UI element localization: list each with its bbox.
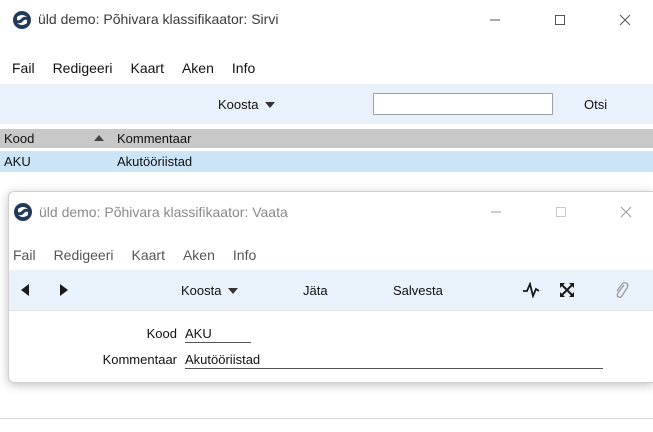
- maximize-icon: [555, 15, 565, 25]
- menu-info[interactable]: Info: [230, 58, 257, 78]
- create-button-label: Koosta: [218, 96, 259, 112]
- paperclip-icon[interactable]: [613, 280, 629, 300]
- bottom-divider: [0, 418, 653, 419]
- table-header: Kood Kommentaar: [0, 129, 653, 148]
- create-button[interactable]: Koosta: [218, 92, 276, 116]
- comment-field[interactable]: Akutööriistad: [185, 352, 603, 369]
- close-icon: [620, 206, 632, 218]
- code-field[interactable]: AKU: [185, 326, 251, 343]
- record-menu-bar: Fail Redigeeri Kaart Aken Info: [9, 242, 653, 268]
- expand-icon[interactable]: [559, 282, 575, 298]
- row-code: AKU: [4, 154, 31, 169]
- maximize-button[interactable]: [537, 0, 583, 40]
- minimize-button[interactable]: [472, 0, 518, 40]
- search-input[interactable]: [373, 93, 553, 115]
- toolbar-divider: [9, 310, 653, 311]
- table-row[interactable]: AKU Akutööriistad: [0, 151, 653, 172]
- search-button[interactable]: Otsi: [584, 92, 607, 116]
- browse-menu-bar: Fail Redigeeri Kaart Aken Info: [0, 55, 653, 81]
- menu-redigeeri[interactable]: Redigeeri: [52, 245, 116, 265]
- menu-aken[interactable]: Aken: [181, 245, 217, 265]
- record-window-title: üld demo: Põhivara klassifikaator: Vaata: [39, 204, 288, 220]
- column-header-kood[interactable]: Kood: [4, 131, 34, 146]
- close-button[interactable]: [603, 192, 649, 232]
- save-button[interactable]: Salvesta: [393, 278, 443, 302]
- create-button-label: Koosta: [181, 282, 222, 298]
- next-record-icon[interactable]: [58, 283, 70, 297]
- code-field-label: Kood: [146, 326, 177, 341]
- chevron-down-icon: [265, 101, 276, 108]
- menu-aken[interactable]: Aken: [180, 58, 216, 78]
- minimize-button[interactable]: [473, 192, 519, 232]
- app-logo-icon: [13, 11, 31, 29]
- menu-fail[interactable]: Fail: [10, 58, 37, 78]
- skip-button[interactable]: Jäta: [303, 278, 328, 302]
- minimize-icon: [491, 211, 501, 213]
- browse-toolbar: Koosta Otsi: [0, 84, 653, 124]
- row-comment: Akutööriistad: [117, 154, 193, 169]
- menu-fail[interactable]: Fail: [11, 245, 38, 265]
- close-icon: [619, 14, 631, 26]
- minimize-icon: [490, 19, 500, 21]
- chevron-down-icon: [228, 287, 239, 294]
- record-toolbar: Koosta Jäta Salvesta: [9, 270, 653, 310]
- maximize-button[interactable]: [538, 192, 584, 232]
- close-button[interactable]: [602, 0, 648, 40]
- record-title-bar[interactable]: üld demo: Põhivara klassifikaator: Vaata: [9, 192, 653, 232]
- column-header-kommentaar[interactable]: Kommentaar: [117, 131, 191, 146]
- menu-info[interactable]: Info: [231, 245, 258, 265]
- app-logo-icon: [14, 203, 32, 221]
- previous-record-icon[interactable]: [19, 283, 31, 297]
- comment-field-label: Kommentaar: [102, 352, 177, 367]
- menu-redigeeri[interactable]: Redigeeri: [51, 58, 115, 78]
- menu-kaart[interactable]: Kaart: [129, 58, 166, 78]
- menu-kaart[interactable]: Kaart: [130, 245, 167, 265]
- create-button[interactable]: Koosta: [181, 278, 239, 302]
- maximize-icon: [556, 207, 566, 217]
- browse-window-title: üld demo: Põhivara klassifikaator: Sirvi: [38, 11, 279, 27]
- sort-ascending-icon: [94, 135, 104, 141]
- browse-title-bar[interactable]: üld demo: Põhivara klassifikaator: Sirvi: [0, 0, 653, 40]
- activity-icon[interactable]: [522, 282, 540, 298]
- record-window: üld demo: Põhivara klassifikaator: Vaata…: [8, 191, 653, 383]
